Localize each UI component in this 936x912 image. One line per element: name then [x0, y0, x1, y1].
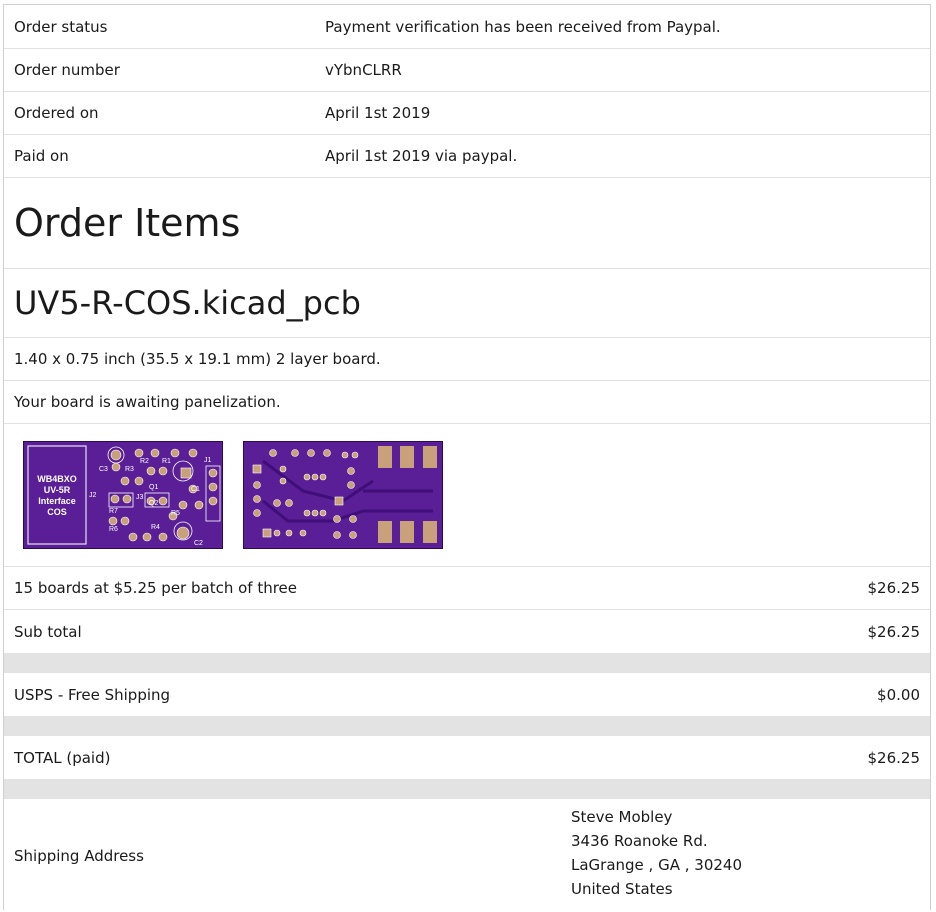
silk-label-c1: C1	[191, 486, 200, 493]
pcb-preview-row: WB4BXO UV-5R Interface COS C3 R3 R2 R1 J…	[4, 424, 930, 567]
ordered-on-value: April 1st 2019	[325, 104, 431, 122]
order-details-panel: Order status Payment verification has be…	[3, 4, 931, 910]
subtotal-row: Sub total $26.25	[4, 610, 930, 653]
order-number-label: Order number	[14, 61, 120, 79]
shipping-method-amount: $0.00	[877, 685, 920, 704]
silk-label-r2: R2	[140, 458, 149, 465]
silk-label-q2: Q2	[149, 500, 158, 507]
pcb-top-image: WB4BXO UV-5R Interface COS C3 R3 R2 R1 J…	[23, 441, 223, 549]
ordered-on-label: Ordered on	[14, 104, 99, 122]
subtotal-label: Sub total	[14, 622, 82, 641]
order-status-value: Payment verification has been received f…	[325, 17, 721, 36]
silk-label-j1: J1	[204, 457, 212, 464]
silk-label-q1: Q1	[149, 484, 158, 491]
board-label-line-4: COS	[47, 507, 67, 517]
address-street: 3436 Roanoke Rd.	[571, 832, 708, 850]
silk-label-j3: J3	[136, 494, 144, 501]
board-label-line-1: WB4BXO	[37, 474, 77, 484]
paid-on-value: April 1st 2019 via paypal.	[325, 147, 518, 165]
shipping-address-block: Steve Mobley 3436 Roanoke Rd. LaGrange ,…	[571, 805, 742, 901]
shipping-method-row: USPS - Free Shipping $0.00	[4, 673, 930, 716]
paid-on-label: Paid on	[14, 147, 69, 165]
pcb-bottom-image	[243, 441, 443, 549]
address-country: United States	[571, 880, 673, 898]
board-label-line-3: Interface	[38, 496, 76, 506]
line-item-label: 15 boards at $5.25 per batch of three	[14, 579, 298, 597]
paid-on-row: Paid on April 1st 2019 via paypal.	[4, 135, 930, 178]
order-status-label: Order status	[14, 17, 108, 36]
section-divider	[4, 779, 930, 799]
shipping-address-label: Shipping Address	[14, 846, 144, 865]
pcb-file-name: UV5-R-COS.kicad_pcb	[4, 269, 930, 338]
order-number-row: Order number vYbnCLRR	[4, 49, 930, 92]
silk-label-r7: R7	[109, 508, 118, 515]
silk-label-r1: R1	[162, 458, 171, 465]
silk-label-c3: C3	[99, 466, 108, 473]
silk-label-j2: J2	[89, 492, 97, 499]
line-item-row: 15 boards at $5.25 per batch of three $2…	[4, 567, 930, 610]
total-amount: $26.25	[867, 748, 921, 767]
board-label-line-2: UV-5R	[44, 485, 71, 495]
shipping-method-label: USPS - Free Shipping	[14, 685, 171, 704]
silk-label-r6: R6	[109, 526, 118, 533]
address-name: Steve Mobley	[571, 808, 673, 826]
ordered-on-row: Ordered on April 1st 2019	[4, 92, 930, 135]
address-city-line: LaGrange , GA , 30240	[571, 856, 742, 874]
silk-label-r4: R4	[151, 524, 160, 531]
total-row: TOTAL (paid) $26.25	[4, 736, 930, 779]
total-label: TOTAL (paid)	[14, 748, 111, 767]
order-number-value: vYbnCLRR	[325, 61, 402, 79]
subtotal-amount: $26.25	[867, 622, 921, 641]
board-status: Your board is awaiting panelization.	[4, 381, 930, 424]
silk-label-c2: C2	[194, 540, 203, 547]
section-divider	[4, 716, 930, 736]
shipping-address-row: Shipping Address Steve Mobley 3436 Roano…	[4, 799, 930, 912]
board-dimensions: 1.40 x 0.75 inch (35.5 x 19.1 mm) 2 laye…	[4, 338, 930, 381]
silk-label-r3: R3	[125, 466, 134, 473]
section-divider	[4, 653, 930, 673]
line-item-amount: $26.25	[867, 579, 921, 597]
order-status-row: Order status Payment verification has be…	[4, 5, 930, 49]
order-items-heading: Order Items	[4, 178, 930, 269]
silk-label-r5: R5	[171, 510, 180, 517]
